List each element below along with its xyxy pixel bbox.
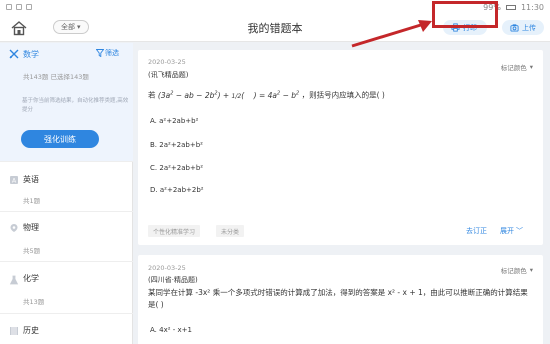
math-icon xyxy=(9,49,19,59)
chevron-down-icon: ﹀ xyxy=(516,227,523,235)
upload-button[interactable]: 上传 xyxy=(502,20,544,35)
option-a[interactable]: A. 4x² - x+1 xyxy=(150,326,192,334)
option-label: A. xyxy=(150,326,157,334)
subject-sidebar: 数学 筛选 共143题 已选择143题 基于你当前筛选结果，自动化推荐类题,高效… xyxy=(0,43,133,344)
subject-stats: 共143题 已选择143题 xyxy=(23,73,89,81)
screen-button[interactable]: 筛选 xyxy=(96,48,119,58)
mark-color-label: 标记颜色 xyxy=(500,267,527,275)
question-equation: (3a2 − ab − 2b2) + 1/2( ) = 4a2 − b2 xyxy=(157,90,300,100)
tag-unclassified: 未分类 xyxy=(216,225,245,237)
revise-link[interactable]: 去订正 xyxy=(466,226,487,236)
option-text: a²+2ab+b² xyxy=(159,117,199,125)
subject-name: 数学 xyxy=(23,50,39,59)
notification-icon xyxy=(6,4,12,10)
option-d[interactable]: D. a²+2ab+2b² xyxy=(150,186,204,194)
option-label: A. xyxy=(150,117,157,125)
subject-count: 共1题 xyxy=(23,197,41,205)
notification-icon xyxy=(16,4,22,10)
upload-label: 上传 xyxy=(522,23,536,32)
subject-name: 化学 xyxy=(23,274,39,283)
option-label: D. xyxy=(150,186,158,194)
option-label: B. xyxy=(150,141,158,149)
chevron-down-icon: ▾ xyxy=(529,63,533,71)
mark-color-dropdown[interactable]: 标记颜色 ▾ xyxy=(501,265,533,275)
recommend-hint: 基于你当前筛选结果，自动化推荐类题,高效提分 xyxy=(22,98,129,113)
subject-name: 英语 xyxy=(23,175,39,184)
subject-count: 共13题 xyxy=(23,298,45,306)
question-date: 2020-03-25 xyxy=(148,264,186,272)
option-text: 2a²+2ab+b² xyxy=(159,164,204,172)
subject-name: 历史 xyxy=(23,326,39,335)
english-icon: A xyxy=(10,176,18,185)
tag-personalized: 个性化精准学习 xyxy=(148,225,201,237)
option-b[interactable]: B. 2a²+2ab+b² xyxy=(150,141,203,149)
sidebar-item-math[interactable]: 数学 筛选 共143题 已选择143题 基于你当前筛选结果，自动化推荐类题,高效… xyxy=(0,43,133,161)
annotation-highlight-box xyxy=(432,1,498,28)
option-c[interactable]: C. 2a²+2ab+b² xyxy=(150,164,203,172)
expand-label: 展开 xyxy=(500,227,514,235)
intensive-training-button[interactable]: 强化训练 xyxy=(21,130,99,148)
option-a[interactable]: A. a²+2ab+b² xyxy=(150,117,198,125)
question-card[interactable]: 2020-03-25 (讯飞精品题) 标记颜色 ▾ 若 (3a2 − ab − … xyxy=(138,50,543,245)
chemistry-icon xyxy=(9,275,19,285)
battery-icon xyxy=(505,4,516,10)
clock: 11:30 xyxy=(520,2,544,12)
subject-name: 物理 xyxy=(23,223,39,232)
option-label: C. xyxy=(150,164,158,172)
notification-icons xyxy=(6,4,32,10)
chevron-down-icon: ▾ xyxy=(529,266,533,274)
option-text: a²+2ab+2b² xyxy=(159,186,204,194)
question-source: (讯飞精品题) xyxy=(148,71,189,79)
history-icon xyxy=(10,327,18,335)
question-prefix: 若 xyxy=(148,90,156,100)
expand-button[interactable]: 展开 ﹀ xyxy=(500,226,523,236)
subject-count: 共5题 xyxy=(23,247,41,255)
screen-label: 筛选 xyxy=(105,49,119,57)
question-text: 若 (3a2 − ab − 2b2) + 1/2( ) = 4a2 − b2 ，… xyxy=(148,87,528,103)
question-source: (四川省·精品题) xyxy=(148,276,198,284)
camera-icon xyxy=(510,24,519,32)
question-date: 2020-03-25 xyxy=(148,58,186,66)
question-card[interactable]: 2020-03-25 (四川省·精品题) 标记颜色 ▾ 某同学在计算 -3x² … xyxy=(138,255,543,344)
option-text: 4x² - x+1 xyxy=(159,326,192,334)
notification-icon xyxy=(26,4,32,10)
filter-icon xyxy=(96,49,104,57)
mark-color-label: 标记颜色 xyxy=(500,64,527,72)
option-text: 2a²+2ab+b² xyxy=(159,141,203,149)
question-suffix: ，则括号内应填入的是( ) xyxy=(301,90,385,100)
question-text: 某同学在计算 -3x² 乘一个多项式时错误的计算成了加法，得到的答案是 x² -… xyxy=(148,288,528,309)
physics-icon xyxy=(10,224,18,232)
mark-color-dropdown[interactable]: 标记颜色 ▾ xyxy=(501,62,533,72)
